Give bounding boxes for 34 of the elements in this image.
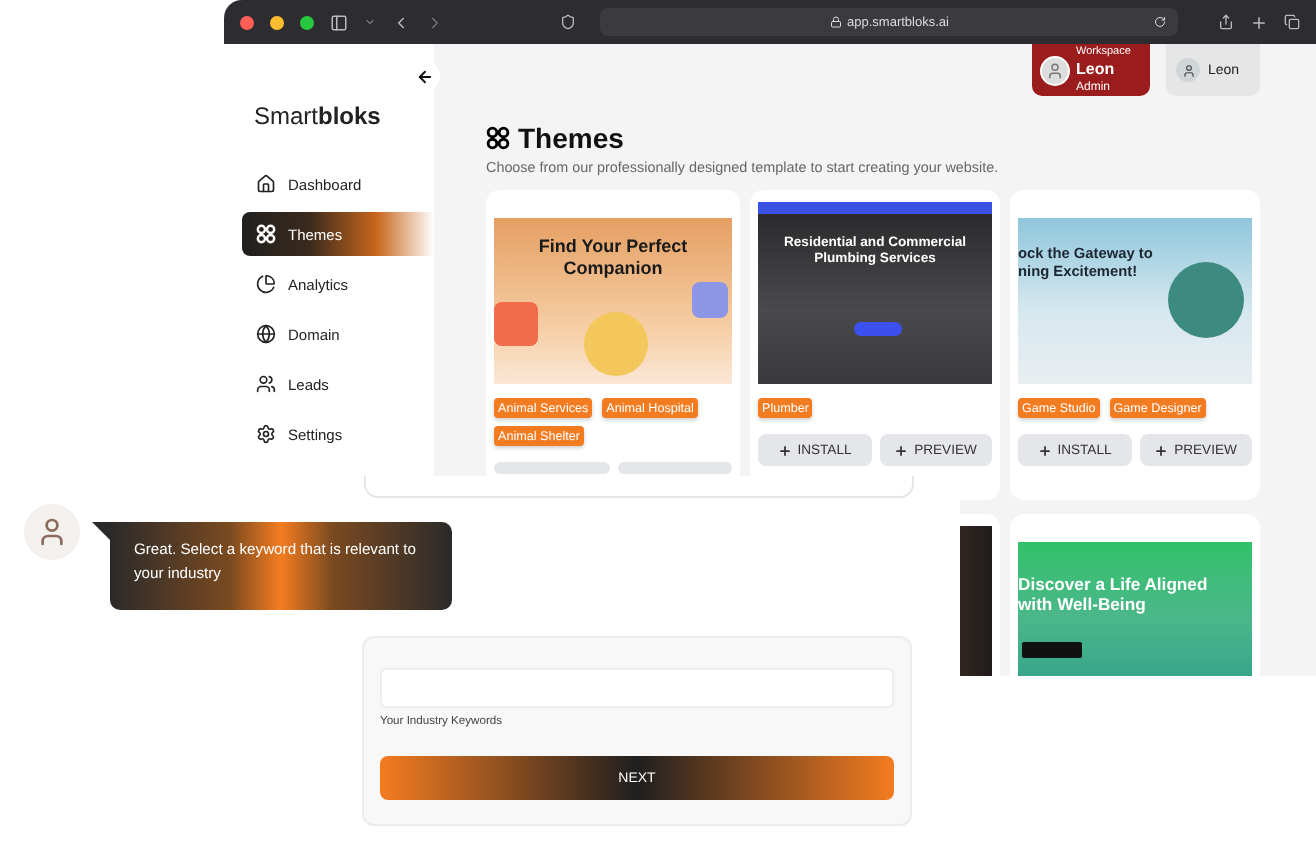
back-arrow-icon — [415, 67, 433, 85]
users-icon — [256, 374, 276, 394]
forward-icon[interactable] — [426, 13, 444, 31]
settings-icon — [256, 424, 276, 444]
share-icon[interactable] — [1218, 14, 1234, 30]
back-icon[interactable] — [392, 13, 410, 31]
sidebar-icon[interactable] — [330, 13, 348, 31]
grid-icon — [486, 126, 510, 151]
pie-chart-icon — [256, 274, 276, 294]
home-icon — [256, 174, 276, 194]
new-tab-icon[interactable] — [1250, 13, 1268, 31]
reload-icon[interactable] — [1154, 16, 1166, 28]
shield-icon[interactable] — [560, 14, 576, 30]
logo: Smartbloks — [252, 102, 383, 130]
page-title: Themes — [518, 122, 624, 155]
contact-pill — [854, 322, 902, 337]
globe-icon — [256, 324, 276, 344]
avatar — [1040, 56, 1070, 87]
plus-icon — [1154, 443, 1169, 458]
workspace-name: Leon — [1076, 60, 1117, 81]
maximize-icon[interactable] — [300, 15, 314, 29]
plus-icon — [777, 443, 792, 458]
plus-icon — [1037, 443, 1052, 458]
appointment-pill — [1022, 642, 1082, 659]
preview-headline: Discover a Life Aligned with Well-Being — [1018, 576, 1210, 617]
lock-icon — [829, 16, 842, 28]
caret-icon[interactable] — [364, 16, 376, 28]
grid-icon — [256, 224, 276, 244]
minimize-icon[interactable] — [270, 15, 284, 29]
plus-icon — [894, 443, 909, 458]
tabs-icon[interactable] — [1284, 14, 1300, 30]
close-icon[interactable] — [240, 15, 254, 29]
user-icon — [1176, 58, 1200, 83]
preview-headline: Find Your Perfect Companion — [536, 236, 690, 279]
